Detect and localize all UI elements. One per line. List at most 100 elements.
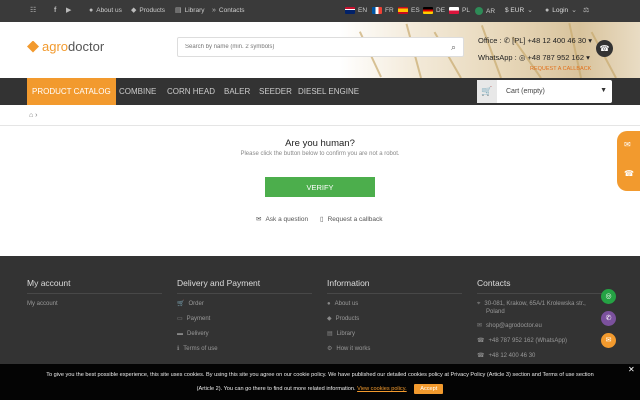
footer-link[interactable]: ⚙ How it works: [327, 346, 462, 361]
products-link[interactable]: ◆ Products: [131, 7, 165, 14]
currency-label: $ EUR: [505, 7, 525, 14]
user-icon: ●: [89, 7, 94, 14]
ask-question-link[interactable]: ✉ Ask a question: [256, 215, 309, 224]
footer-delivery-title: Delivery and Payment: [177, 278, 312, 294]
footer-whatsapp-label: +48 787 952 162 (WhatsApp): [488, 338, 568, 344]
uk-flag-icon: [345, 7, 355, 14]
footer-link-label: About us: [334, 301, 359, 307]
chevron-down-icon: ⌄: [571, 7, 578, 14]
request-callback-link-2[interactable]: ▯ Request a callback: [320, 215, 383, 224]
login-button[interactable]: ● Login ⌄: [545, 7, 577, 14]
lang-en[interactable]: EN: [345, 7, 367, 14]
compare-icon[interactable]: ⚖: [583, 7, 589, 14]
phone-button[interactable]: ☎: [596, 40, 613, 57]
footer-contacts-title: Contacts: [477, 278, 612, 294]
currency-select[interactable]: $ EUR ⌄: [505, 7, 533, 14]
viber-fab[interactable]: ✆: [601, 311, 616, 326]
lang-fr[interactable]: FR: [372, 7, 394, 14]
sitemap-icon[interactable]: ☷: [30, 7, 36, 14]
viber-icon: ✆: [605, 315, 612, 322]
caret-down-icon[interactable]: ▾: [586, 53, 590, 62]
whatsapp-fab[interactable]: ◎: [601, 289, 616, 304]
lang-pl[interactable]: PL: [449, 7, 470, 14]
cookie-banner: To give you the best possible experience…: [0, 364, 640, 400]
footer-link[interactable]: ℹ Terms of use: [177, 346, 312, 361]
cookie-policy-link[interactable]: View cookies policy.: [357, 386, 407, 392]
cart-icon: 🛒: [477, 80, 497, 103]
close-icon[interactable]: ✕: [628, 365, 635, 374]
about-link[interactable]: ● About us: [89, 7, 122, 14]
footer-link-label: My account: [27, 301, 58, 307]
location-icon: ⌖: [477, 301, 481, 307]
tab-seeder[interactable]: SEEDER: [254, 78, 297, 105]
lang-de[interactable]: DE: [423, 7, 445, 14]
tab-product-catalog[interactable]: PRODUCT CATALOG: [27, 78, 116, 105]
tab-combine[interactable]: COMBINE: [114, 78, 161, 105]
login-label: Login: [552, 7, 569, 14]
office-label: Office :: [478, 36, 502, 45]
footer-link[interactable]: ▤ Library: [327, 331, 462, 346]
caret-down-icon[interactable]: ▾: [588, 36, 592, 45]
lang-en-label: EN: [358, 7, 368, 14]
footer-address: ⌖ 30-081, Krakow, 65A/1 Krolewska str.,: [477, 301, 612, 309]
phone-icon: ☎: [477, 353, 485, 359]
cart-dropdown[interactable]: 🛒 Cart (empty) ▼: [477, 80, 612, 103]
tab-baler[interactable]: BALER: [219, 78, 255, 105]
whatsapp-phone[interactable]: +48 787 952 162: [528, 53, 585, 62]
footer-email[interactable]: ✉ shop@agrodoctor.eu: [477, 323, 612, 338]
request-callback-label: Request a callback: [327, 215, 383, 223]
page-title: Are you human?: [285, 138, 355, 149]
phone-icon[interactable]: ☎: [624, 169, 634, 178]
lang-ar[interactable]: AR: [475, 7, 495, 15]
footer-delivery: Delivery and Payment 🛒 Order ▭ Payment ▬ De…: [177, 278, 312, 361]
truck-icon: ▬: [177, 331, 183, 337]
library-link[interactable]: ▤ Library: [175, 7, 205, 14]
caret-down-icon: ▼: [600, 87, 607, 94]
contacts-link[interactable]: » Contacts: [212, 7, 245, 14]
search-icon[interactable]: ⌕: [451, 42, 456, 53]
verify-button[interactable]: VERIFY: [265, 177, 375, 197]
card-icon: ▭: [177, 316, 183, 322]
footer-link[interactable]: ▬ Delivery: [177, 331, 312, 346]
facebook-icon[interactable]: f: [54, 7, 56, 14]
whatsapp-icon: ◎: [518, 53, 526, 62]
home-icon[interactable]: ⌂ ›: [29, 112, 38, 119]
logo-text: agrodoctor: [42, 39, 105, 54]
footer-account-title: My account: [27, 278, 162, 294]
search-input[interactable]: [178, 38, 438, 56]
captcha-panel: Are you human? Please click the button b…: [0, 126, 640, 256]
logo[interactable]: agrodoctor: [27, 39, 104, 54]
ask-question-label: Ask a question: [265, 215, 309, 223]
cookie-text-2-label: (Article 2). You can go there to find ou…: [196, 386, 356, 392]
footer-address-2: Poland: [477, 309, 612, 323]
footer-link[interactable]: ● About us: [327, 301, 462, 316]
lang-es[interactable]: ES: [398, 7, 420, 14]
phone-icon: ✆: [503, 36, 511, 45]
ar-flag-icon: [475, 7, 483, 15]
footer-link[interactable]: ◆ Products: [327, 316, 462, 331]
lang-es-label: ES: [411, 7, 420, 14]
youtube-icon[interactable]: ▶: [66, 7, 71, 14]
accept-button[interactable]: Accept: [414, 384, 444, 394]
side-contact-tabs: ✉ ☎: [617, 131, 640, 191]
footer-link[interactable]: My account: [27, 301, 162, 316]
whatsapp-contact: WhatsApp : ◎ +48 787 952 162 ▾: [478, 53, 590, 62]
box-icon: ◆: [131, 7, 137, 14]
footer-whatsapp[interactable]: ☎ +48 787 952 162 (WhatsApp): [477, 338, 612, 353]
fr-flag-icon: [372, 7, 382, 14]
email-fab[interactable]: ✉: [601, 333, 616, 348]
request-callback-link[interactable]: REQUEST A CALLBACK: [530, 66, 591, 72]
cookie-text-1: To give you the best possible experience…: [46, 372, 594, 378]
mail-icon[interactable]: ✉: [624, 140, 631, 149]
breadcrumb: ⌂ ›: [0, 105, 640, 126]
office-phone[interactable]: [PL] +48 12 400 46 30: [512, 36, 586, 45]
tab-diesel-engine[interactable]: DIESEL ENGINE: [293, 78, 364, 105]
footer-link[interactable]: 🛒 Order: [177, 301, 312, 316]
cart-icon: 🛒: [177, 301, 185, 307]
box-icon: ◆: [327, 316, 332, 322]
tab-corn-head[interactable]: CORN HEAD: [162, 78, 220, 105]
footer-link-label: Products: [335, 316, 360, 322]
footer-info-title: Information: [327, 278, 462, 294]
es-flag-icon: [398, 7, 408, 14]
footer-link[interactable]: ▭ Payment: [177, 316, 312, 331]
